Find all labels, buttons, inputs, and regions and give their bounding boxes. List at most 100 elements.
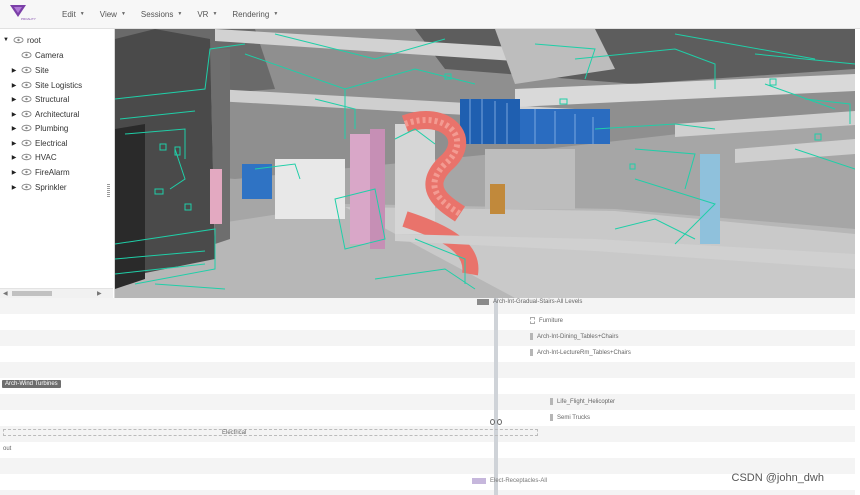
visibility-eye-icon[interactable] xyxy=(21,95,32,103)
collapsed-arrow-icon[interactable]: ▶ xyxy=(10,184,18,191)
visibility-eye-icon[interactable] xyxy=(21,51,32,59)
timeline-item-label: Furniture xyxy=(539,317,564,324)
timeline-row xyxy=(0,330,855,346)
timeline-item[interactable]: Arch-Int-Gradual-Stairs-All Levels xyxy=(477,299,582,305)
panel-resize-handle[interactable] xyxy=(107,184,110,198)
visibility-eye-icon[interactable] xyxy=(13,36,24,44)
collapsed-arrow-icon[interactable]: ▶ xyxy=(10,169,18,176)
tree-item-label: root xyxy=(27,35,41,45)
track-chip xyxy=(530,333,533,340)
track-chip xyxy=(550,414,553,421)
timeline-panel: Arch-Int-Gradual-Stairs-All Levels Furni… xyxy=(0,298,860,495)
3d-viewport[interactable] xyxy=(115,29,855,298)
tree-item-label: FireAlarm xyxy=(35,167,70,177)
tree-item-label: Electrical xyxy=(35,138,68,148)
scene-tree-panel: ▼ root Camera ▶ Site ▶ Site Logistics ▶ … xyxy=(0,29,115,298)
menu-view-label: View xyxy=(99,9,117,19)
tree-item-label: Site xyxy=(35,65,49,75)
tree-item-label: Camera xyxy=(35,50,64,60)
timeline-row xyxy=(0,394,855,410)
menu-sessions[interactable]: Sessions ▼ xyxy=(141,10,182,19)
timeline-item-label: Elect-Receptacles-All xyxy=(490,478,548,484)
scroll-right-arrow-icon[interactable]: ▶ xyxy=(97,290,102,297)
menu-edit-label: Edit xyxy=(62,9,76,19)
tree-item-label: Structural xyxy=(35,94,70,104)
expanded-arrow-icon[interactable]: ▼ xyxy=(2,37,10,43)
visibility-eye-icon[interactable] xyxy=(21,139,32,147)
visibility-eye-icon[interactable] xyxy=(21,124,32,132)
tree-item-firealarm[interactable]: ▶ FireAlarm xyxy=(10,165,70,179)
tree-item-label: Plumbing xyxy=(35,123,69,133)
menu-vr[interactable]: VR ▼ xyxy=(197,10,217,19)
collapsed-arrow-icon[interactable]: ▶ xyxy=(10,154,18,161)
timeline-item-label: Arch-Int-Gradual-Stairs-All Levels xyxy=(493,299,583,305)
tree-item-hvac[interactable]: ▶ HVAC xyxy=(10,150,57,164)
track-chip xyxy=(472,478,486,484)
menu-rendering[interactable]: Rendering ▼ xyxy=(232,10,278,19)
track-chip xyxy=(530,349,533,356)
visibility-eye-icon[interactable] xyxy=(21,168,32,176)
menu-edit[interactable]: Edit ▼ xyxy=(62,10,85,19)
track-chip xyxy=(477,299,489,305)
tree-horizontal-scrollbar[interactable]: ◀ ▶ xyxy=(0,288,113,298)
visibility-eye-icon[interactable] xyxy=(21,81,32,89)
collapsed-arrow-icon[interactable]: ▶ xyxy=(10,82,18,89)
timeline-item[interactable]: Semi Trucks xyxy=(550,414,590,421)
collapsed-arrow-icon[interactable]: ▶ xyxy=(10,125,18,132)
menu-rendering-label: Rendering xyxy=(232,9,270,19)
visibility-eye-icon[interactable] xyxy=(21,66,32,74)
timeline-item-label: Arch-Int-Dining_Tables+Chairs xyxy=(537,333,619,340)
scroll-left-arrow-icon[interactable]: ◀ xyxy=(3,290,8,297)
app-logo[interactable]: PROALITY xyxy=(4,0,44,28)
collapsed-arrow-icon[interactable]: ▶ xyxy=(10,67,18,74)
tree-item-label: Site Logistics xyxy=(35,80,83,90)
caret-down-icon: ▼ xyxy=(273,11,279,17)
timeline-out-label: out xyxy=(3,446,12,452)
tree-item-root[interactable]: ▼ root xyxy=(2,33,41,47)
tree-item-label: Architectural xyxy=(35,109,80,119)
track-chip xyxy=(550,398,553,405)
watermark: CSDN @john_dwh xyxy=(731,472,825,484)
tree-item-plumbing[interactable]: ▶ Plumbing xyxy=(10,121,69,135)
collapsed-arrow-icon[interactable]: ▶ xyxy=(10,140,18,147)
logo-triangle-icon xyxy=(10,5,26,17)
tree-item-sprinkler[interactable]: ▶ Sprinkler xyxy=(10,180,67,194)
menu-view[interactable]: View ▼ xyxy=(100,10,126,19)
tree-item-label: HVAC xyxy=(35,152,57,162)
collapsed-arrow-icon[interactable]: ▶ xyxy=(10,96,18,103)
visibility-eye-icon[interactable] xyxy=(21,153,32,161)
tree-item-camera[interactable]: Camera xyxy=(10,48,63,62)
timeline-playhead[interactable] xyxy=(494,298,498,495)
track-chip xyxy=(530,317,535,324)
caret-down-icon: ▼ xyxy=(177,11,183,17)
menu-vr-label: VR xyxy=(197,9,209,19)
timeline-row xyxy=(0,362,855,378)
tree-item-site-logistics[interactable]: ▶ Site Logistics xyxy=(10,78,82,92)
timeline-item[interactable]: Furniture xyxy=(530,317,563,324)
timeline-badge[interactable]: Arch-Wind Turbines xyxy=(2,380,61,388)
playhead-handle-icon[interactable] xyxy=(489,419,503,425)
tree-item-architectural[interactable]: ▶ Architectural xyxy=(10,107,80,121)
caret-down-icon: ▼ xyxy=(79,11,85,17)
logo-text: PROALITY xyxy=(21,17,36,21)
visibility-eye-icon[interactable] xyxy=(21,183,32,191)
tree-item-structural[interactable]: ▶ Structural xyxy=(10,92,70,106)
timeline-group-range[interactable] xyxy=(3,429,538,436)
visibility-eye-icon[interactable] xyxy=(21,110,32,118)
tree-item-electrical[interactable]: ▶ Electrical xyxy=(10,136,68,150)
collapsed-arrow-icon[interactable]: ▶ xyxy=(10,111,18,118)
scrollbar-thumb[interactable] xyxy=(12,291,52,296)
tree-item-label: Sprinkler xyxy=(35,182,67,192)
timeline-item-label: Arch-Int-LectureRm_Tables+Chairs xyxy=(537,349,631,356)
tree-item-site[interactable]: ▶ Site xyxy=(10,63,49,77)
caret-down-icon: ▼ xyxy=(120,11,126,17)
timeline-item[interactable]: Arch-Int-LectureRm_Tables+Chairs xyxy=(530,349,631,356)
timeline-item[interactable]: Arch-Int-Dining_Tables+Chairs xyxy=(530,333,619,340)
3d-scene-render xyxy=(115,29,855,298)
timeline-item-label: Life_Flight_Helicopter xyxy=(557,398,616,405)
timeline-row xyxy=(0,490,855,495)
timeline-row xyxy=(0,298,855,314)
timeline-item[interactable]: Life_Flight_Helicopter xyxy=(550,398,615,405)
caret-down-icon: ▼ xyxy=(212,11,218,17)
timeline-row xyxy=(0,458,855,474)
